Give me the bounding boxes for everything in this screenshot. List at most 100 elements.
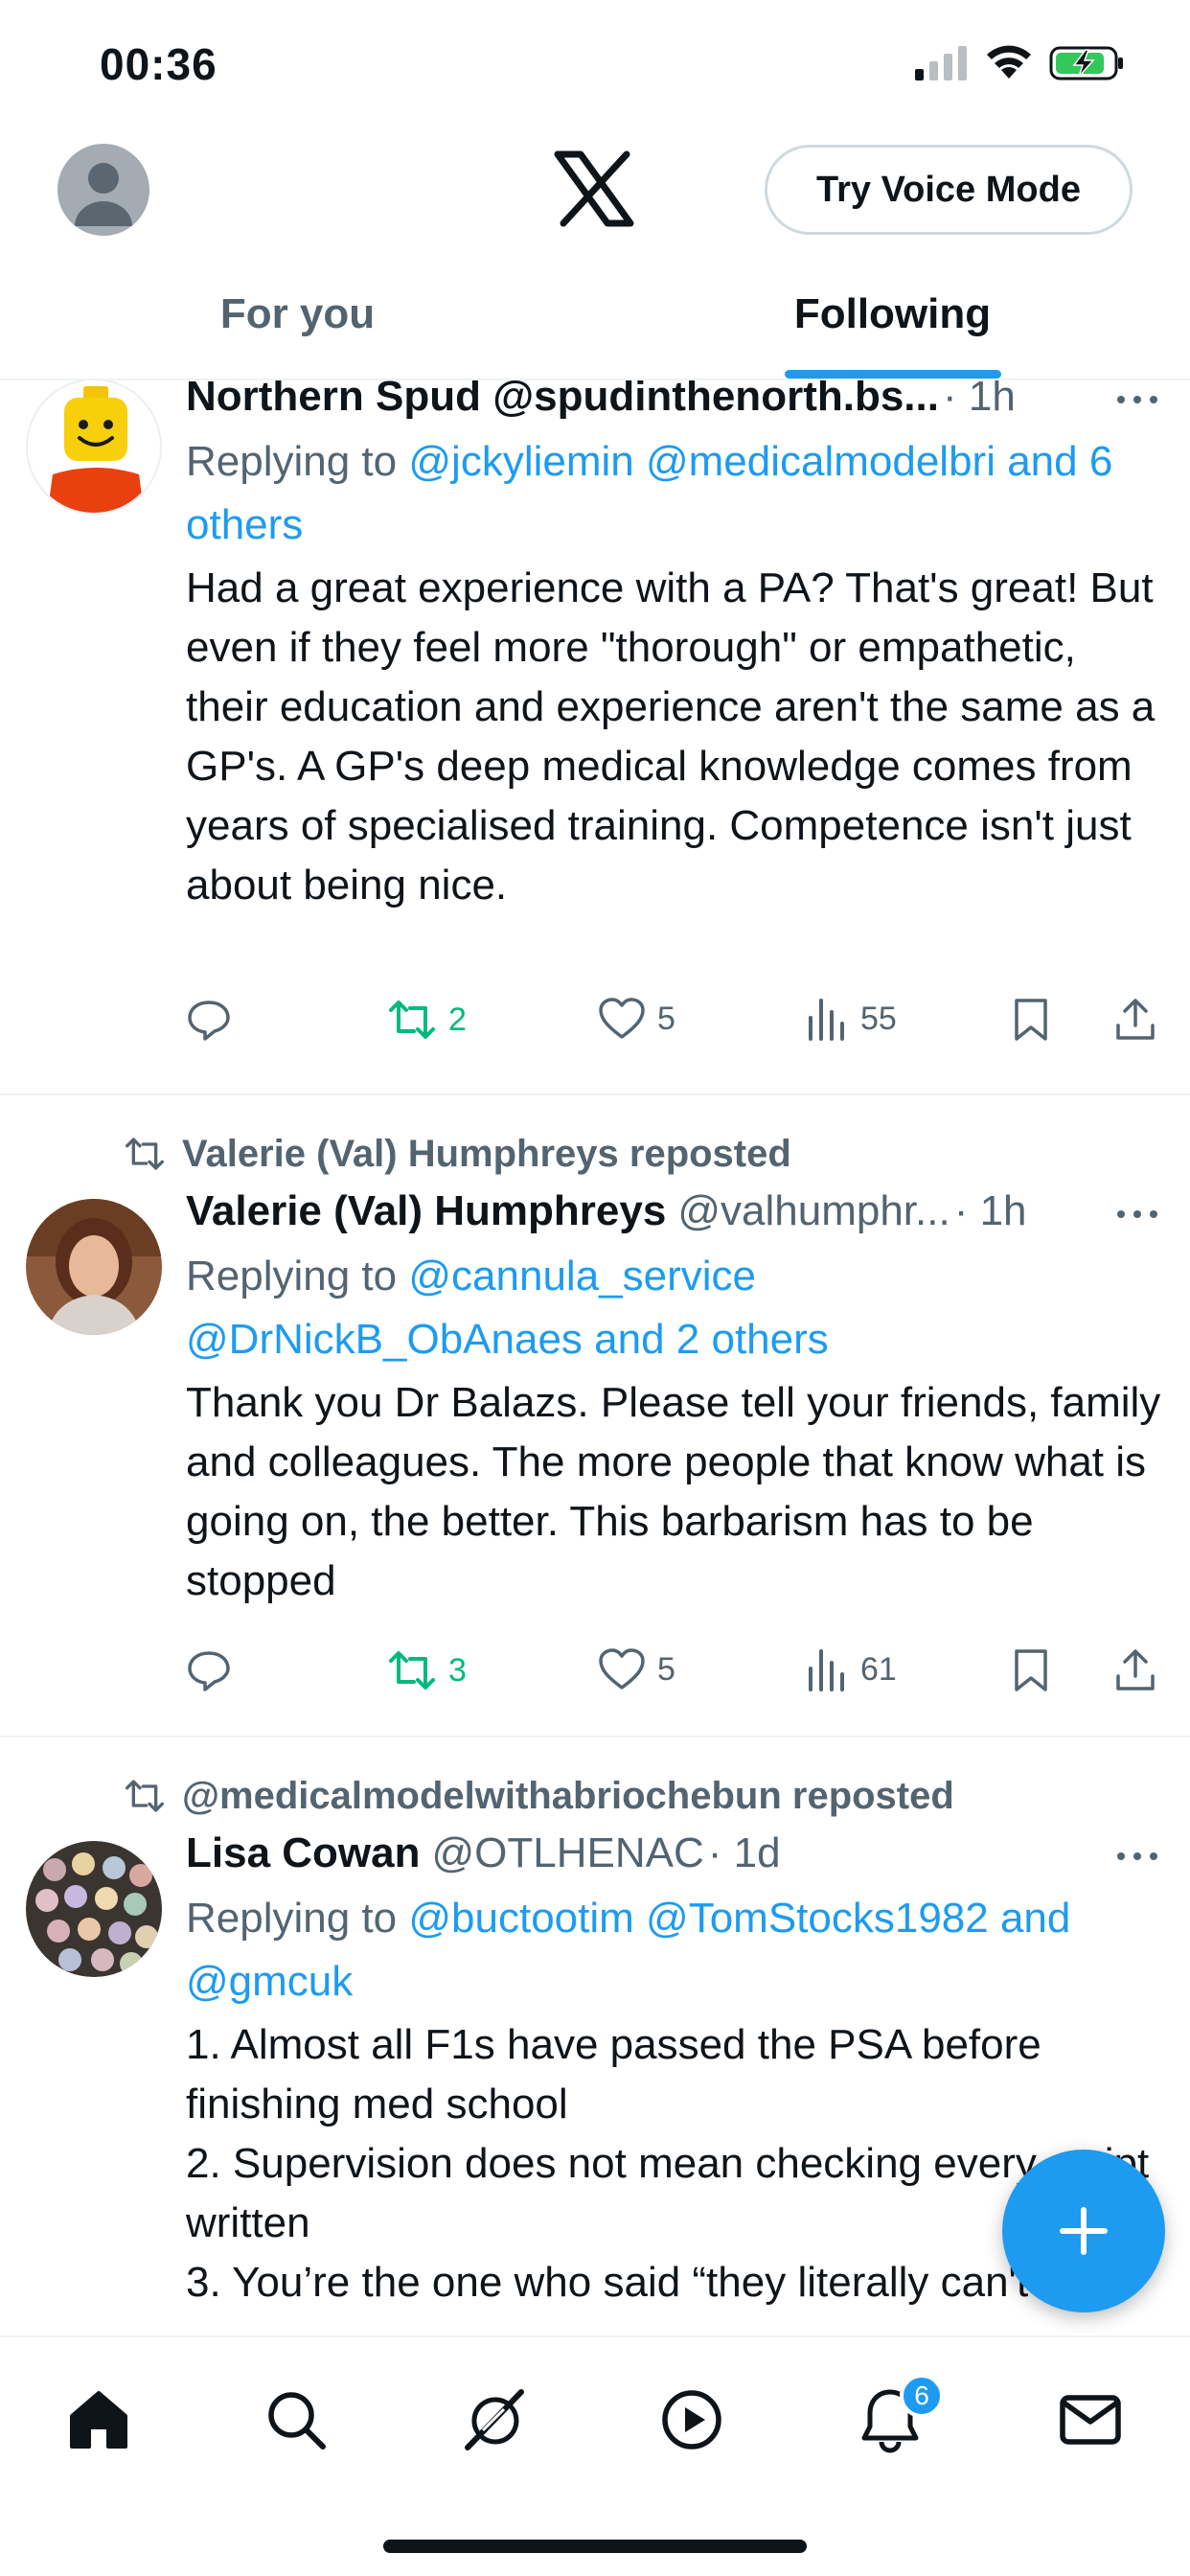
x-logo-icon[interactable] [554,150,634,227]
home-icon [70,2391,127,2449]
active-tab-indicator [784,370,1001,379]
nav-grok[interactable] [455,2381,532,2458]
lego-avatar-icon [47,386,145,513]
reply-icon [188,1651,230,1691]
post[interactable]: Northern Spud @spudinthenorth.bs... · 1h… [0,380,1190,1095]
share-button[interactable] [1113,1647,1169,1693]
compose-post-button[interactable] [1002,2150,1165,2312]
timeline-tabs: For you Following [0,273,1190,380]
replying-to-label: Replying to [186,438,398,485]
share-button[interactable] [1113,997,1169,1043]
views-button[interactable]: 61 [807,1647,897,1691]
post-time: · 1h [953,1187,1027,1234]
bookmark-icon [1015,1649,1047,1691]
views-icon [809,1649,844,1691]
search-icon [268,2392,326,2450]
tab-label: Following [793,290,992,337]
tab-label: For you [219,290,376,337]
bookmark-button[interactable] [1012,1647,1062,1693]
like-button[interactable]: 5 [598,997,675,1041]
view-count: 55 [860,1000,897,1037]
post[interactable]: Valerie (Val) Humphreys reposted Valerie… [0,1095,1190,1737]
notifications-badge: 6 [900,2374,944,2418]
nav-notifications[interactable]: 6 [852,2374,944,2458]
nav-messages[interactable] [1052,2381,1129,2458]
replying-to-label: Replying to [186,1895,398,1942]
repost-icon [389,1651,435,1690]
more-options-icon[interactable] [1113,1847,1161,1866]
sweets-avatar-icon [26,1841,162,1977]
tab-following[interactable]: Following [595,273,1190,379]
reply-button[interactable] [186,1647,243,1693]
try-voice-mode-button[interactable]: Try Voice Mode [765,145,1133,235]
home-indicator [383,2540,807,2553]
reply-icon [188,1000,230,1041]
repost-button[interactable]: 3 [387,1647,467,1693]
nav-video[interactable] [653,2381,730,2458]
author-handle[interactable]: @valhumphr... [677,1187,950,1235]
like-icon [599,998,645,1039]
repost-count: 3 [448,1651,467,1689]
person-avatar-icon [26,1199,162,1335]
profile-avatar-button[interactable] [57,144,149,236]
messages-icon [1060,2395,1121,2445]
author-name[interactable]: Lisa Cowan [186,1829,421,1877]
top-header: Try Voice Mode For you Following [0,129,1190,380]
replying-to-label: Replying to [186,1253,398,1300]
author-name[interactable]: Northern Spud @spudinthenorth.bs... [186,380,939,421]
view-count: 61 [860,1650,897,1688]
repost-button[interactable]: 2 [387,997,467,1043]
replying-to: Replying to @jckyliemin @medicalmodelbri… [186,430,1161,557]
reposted-by: @medicalmodelwithabriochebun reposted [123,1772,954,1820]
post-time: · 1h [942,380,1016,420]
reposted-by: Valerie (Val) Humphreys reposted [123,1130,791,1178]
repost-count: 2 [448,1000,467,1038]
like-button[interactable]: 5 [598,1647,675,1691]
default-avatar-icon [75,163,132,226]
post-time: · 1d [707,1829,781,1876]
more-options-icon[interactable] [1113,390,1161,409]
post-header: Lisa Cowan @OTLHENAC · 1d [186,1829,1152,1887]
bookmark-button[interactable] [1012,997,1062,1043]
share-icon [1116,999,1155,1040]
bottom-navigation: 6 [0,2335,1190,2576]
post-avatar[interactable] [26,380,162,515]
author-handle[interactable]: @OTLHENAC [432,1829,704,1877]
nav-home[interactable] [60,2381,137,2458]
bookmark-icon [1015,999,1047,1041]
views-button[interactable]: 55 [807,997,897,1041]
author-name[interactable]: Valerie (Val) Humphreys [186,1187,666,1235]
video-icon [662,2390,721,2450]
compose-plus-icon [1060,2207,1108,2255]
tab-for-you[interactable]: For you [0,273,595,379]
views-icon [809,999,844,1041]
timeline-feed[interactable]: Northern Spud @spudinthenorth.bs... · 1h… [0,380,1190,2335]
post-header: Northern Spud @spudinthenorth.bs... · 1h [186,380,1152,430]
like-count: 5 [657,1000,675,1037]
status-bar: 00:36 [0,0,1190,129]
post-text: Thank you Dr Balazs. Please tell your fr… [186,1379,1161,1604]
repost-icon [389,1000,435,1039]
battery-charging-icon [1049,46,1123,80]
post-actions: 2 5 55 [186,997,1173,1054]
nav-search[interactable] [258,2381,334,2458]
reply-button[interactable] [186,997,243,1043]
status-time: 00:36 [100,39,217,89]
post-avatar[interactable] [26,1841,162,1977]
wifi-icon [987,45,1031,79]
post-text-line: 1. Almost all F1s have passed the PSA be… [186,2021,1041,2128]
repost-indicator-icon [126,1780,164,1812]
post-text: Had a great experience with a PA? That's… [186,564,1156,908]
share-icon [1116,1649,1155,1690]
repost-indicator-icon [126,1138,164,1170]
like-icon [599,1648,645,1690]
reposted-by-label[interactable]: @medicalmodelwithabriochebun reposted [182,1775,954,1818]
replying-to: Replying to @cannula_service @DrNickB_Ob… [186,1245,1161,1371]
signal-icon [915,46,967,80]
post-header: Valerie (Val) Humphreys @valhumphr... · … [186,1187,1152,1245]
more-options-icon[interactable] [1113,1205,1161,1224]
like-count: 5 [657,1650,675,1688]
reposted-by-label[interactable]: Valerie (Val) Humphreys reposted [182,1133,791,1176]
post-avatar[interactable] [26,1199,162,1335]
replying-to: Replying to @buctootim @TomStocks1982 an… [186,1887,1161,2013]
